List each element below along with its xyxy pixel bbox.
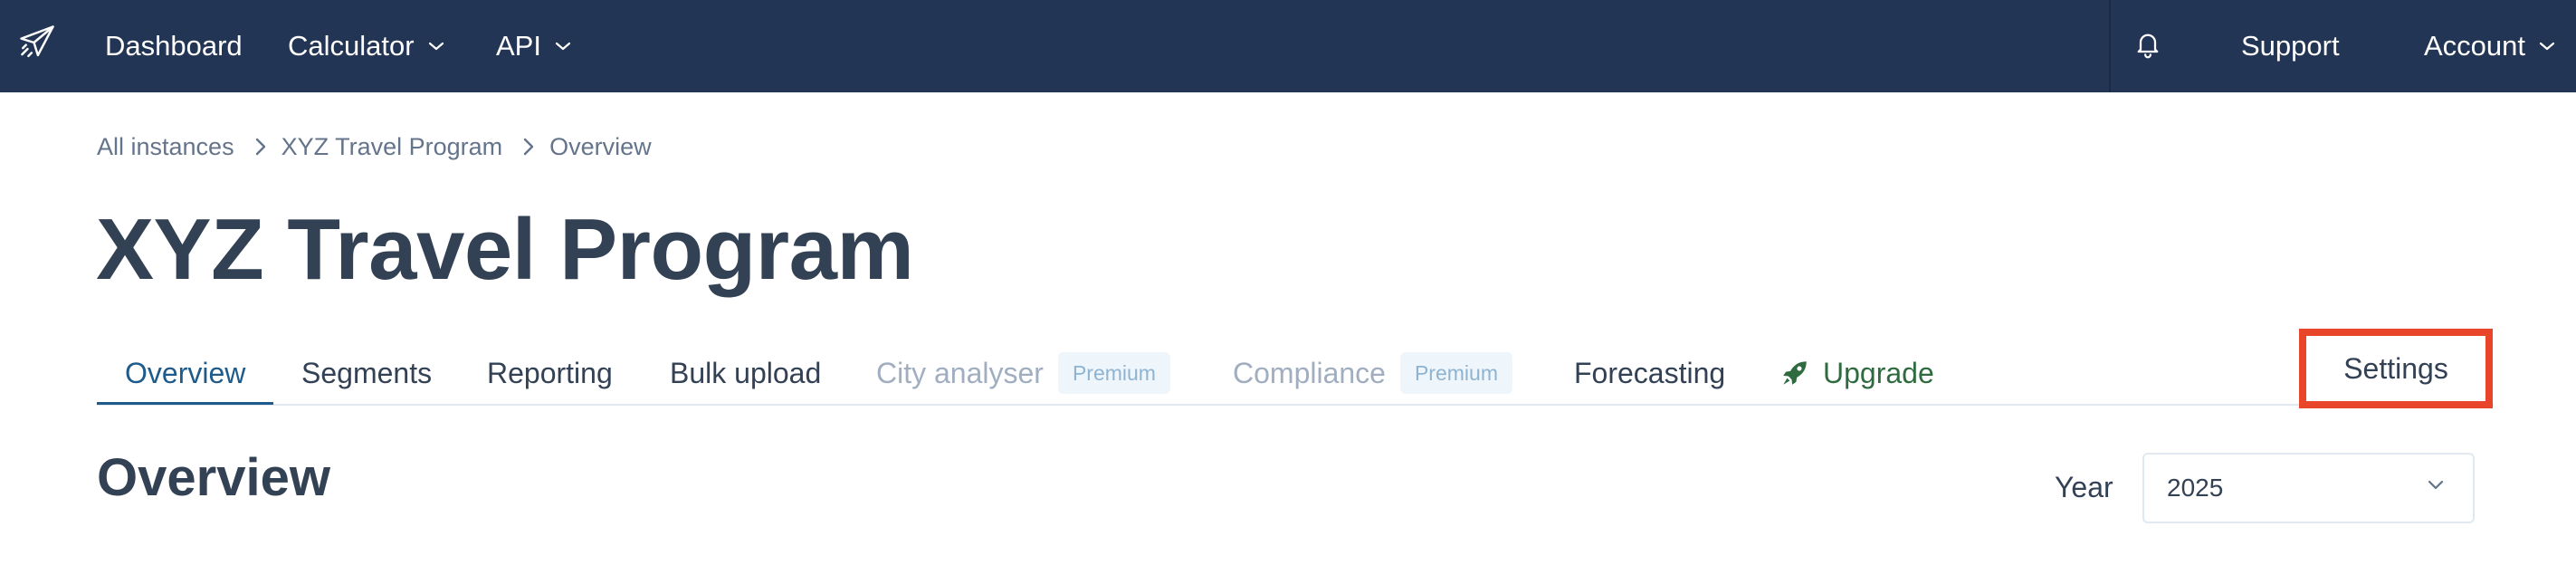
nav-calculator-label: Calculator [288, 30, 415, 62]
tab-upgrade[interactable]: Upgrade [1779, 342, 1934, 404]
nav-api[interactable]: API [496, 0, 572, 92]
breadcrumb-program[interactable]: XYZ Travel Program [281, 133, 503, 161]
chevron-down-icon [554, 40, 572, 53]
tab-compliance-label: Compliance [1233, 356, 1386, 389]
section-title: Overview [97, 448, 330, 507]
tab-overview[interactable]: Overview [125, 342, 245, 404]
tabs-divider [97, 404, 2494, 406]
tab-segments-label: Segments [301, 356, 433, 389]
nav-dashboard[interactable]: Dashboard [105, 0, 243, 92]
year-select[interactable]: 2025 [2142, 453, 2475, 523]
nav-calculator[interactable]: Calculator [288, 0, 445, 92]
tab-segments[interactable]: Segments [301, 342, 432, 404]
tab-reporting-label: Reporting [487, 356, 613, 389]
top-navbar: Dashboard Calculator API Support Account [0, 0, 2576, 92]
nav-api-label: API [496, 30, 541, 62]
settings-button-label: Settings [2343, 351, 2448, 385]
bell-icon[interactable] [2129, 25, 2167, 63]
nav-account[interactable]: Account [2424, 0, 2556, 92]
page-title: XYZ Travel Program [96, 201, 914, 298]
chevron-down-icon [2426, 478, 2446, 493]
nav-dashboard-label: Dashboard [105, 30, 243, 62]
active-tab-indicator [97, 402, 273, 405]
nav-divider [2109, 0, 2111, 92]
premium-badge: Premium [1057, 352, 1170, 394]
tab-bulk-upload[interactable]: Bulk upload [670, 342, 821, 404]
tab-city-analyser: City analyser Premium [876, 342, 1170, 404]
chevron-down-icon [2538, 40, 2556, 53]
tab-city-analyser-label: City analyser [876, 356, 1044, 389]
tab-upgrade-label: Upgrade [1823, 356, 1934, 389]
tab-forecasting-label: Forecasting [1574, 356, 1726, 389]
breadcrumb-overview[interactable]: Overview [549, 133, 652, 161]
tab-forecasting[interactable]: Forecasting [1574, 342, 1725, 404]
tab-bulk-upload-label: Bulk upload [670, 356, 822, 389]
premium-badge: Premium [1399, 352, 1512, 394]
nav-support[interactable]: Support [2241, 0, 2340, 92]
nav-account-label: Account [2424, 30, 2526, 62]
rocket-icon [1779, 358, 1810, 388]
breadcrumb-all-instances[interactable]: All instances [97, 133, 234, 161]
chevron-right-icon [522, 137, 535, 157]
breadcrumb: All instances XYZ Travel Program Overvie… [97, 129, 652, 165]
nav-support-label: Support [2241, 30, 2340, 62]
tab-overview-label: Overview [125, 356, 246, 389]
chevron-down-icon [427, 40, 445, 53]
tab-reporting[interactable]: Reporting [487, 342, 613, 404]
year-label: Year [2055, 470, 2113, 503]
year-select-value: 2025 [2167, 474, 2224, 502]
tab-compliance: Compliance Premium [1233, 342, 1512, 404]
chevron-right-icon [254, 137, 267, 157]
paper-plane-icon[interactable] [16, 22, 58, 63]
settings-button[interactable]: Settings [2299, 329, 2493, 408]
